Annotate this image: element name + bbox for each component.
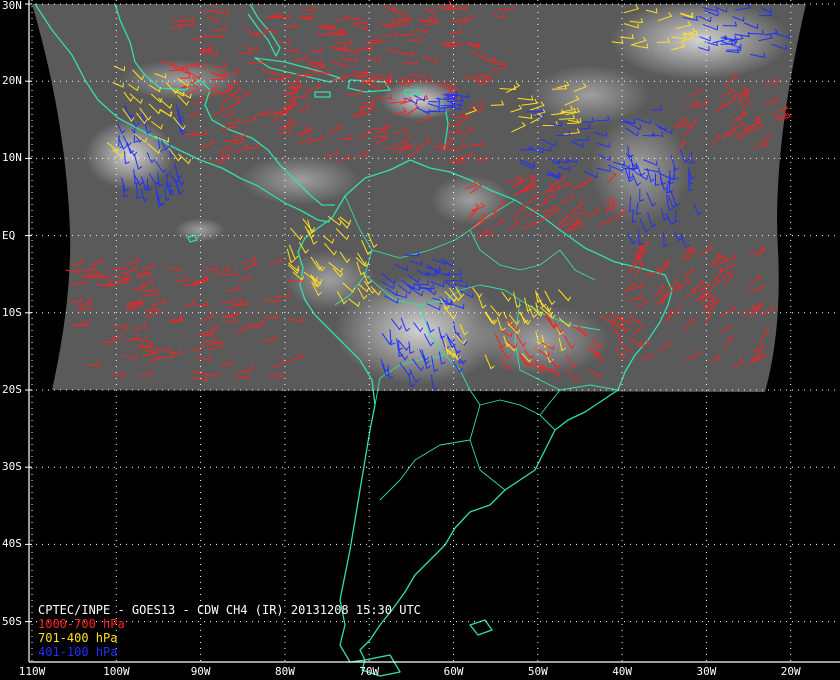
satellite-wind-map: 30N 20N 10N EQ 10S 20S 30S 40S 50S 110W 100W 90W 80… <box>0 0 840 680</box>
lon-label: 110W <box>18 665 46 678</box>
legend-low-level: 1000-700 hPa <box>38 617 125 631</box>
lon-label: 20W <box>780 665 801 678</box>
falkland-islands <box>469 619 493 636</box>
product-title: CPTEC/INPE - GOES13 - CDW CH4 (IR) 20131… <box>38 603 421 617</box>
lon-label: 60W <box>443 665 464 678</box>
legend-high-level: 401-100 hPa <box>38 645 118 659</box>
lon-label: 90W <box>190 665 211 678</box>
lon-label: 70W <box>359 665 380 678</box>
lat-label: 40S <box>2 537 22 551</box>
lat-label: 30N <box>2 0 22 12</box>
lat-label: 50S <box>2 614 22 628</box>
lon-label: 80W <box>275 665 295 678</box>
lat-label: EQ <box>2 228 16 242</box>
legend-mid-level: 701-400 hPa <box>38 631 118 645</box>
lon-label: 50W <box>527 665 548 678</box>
lat-label: 20S <box>2 383 22 396</box>
lon-label: 30W <box>696 665 717 678</box>
lat-label: 20N <box>2 74 22 88</box>
lat-label: 30S <box>2 460 22 474</box>
lat-label: 10N <box>2 151 22 165</box>
lon-label: 40W <box>612 665 633 678</box>
lat-label: 10S <box>2 305 22 319</box>
lon-label: 100W <box>103 665 130 678</box>
map-canvas <box>25 0 840 677</box>
